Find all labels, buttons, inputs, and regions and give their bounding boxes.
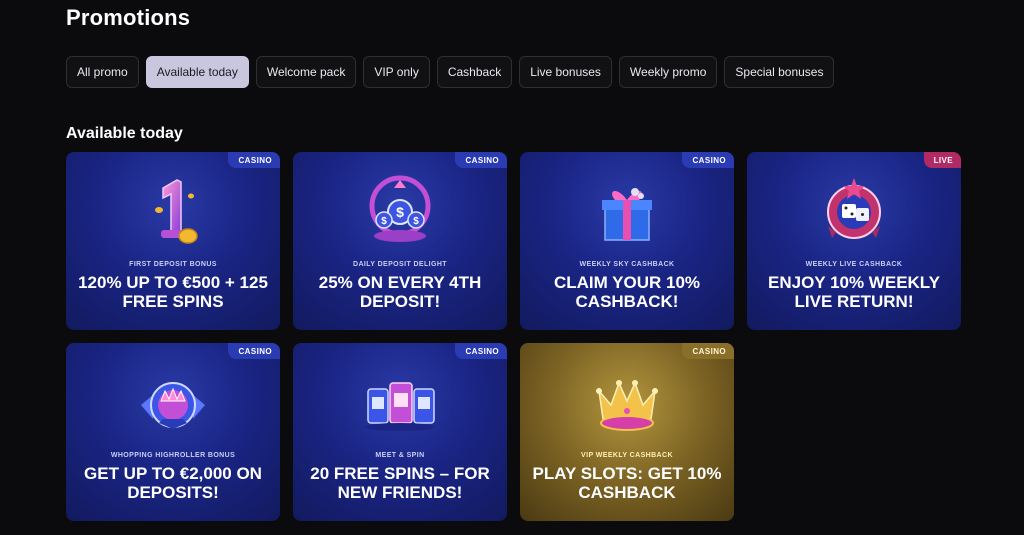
category-badge: CASINO	[455, 152, 507, 168]
gold-crown-icon	[596, 380, 658, 431]
promo-card-daily-deposit[interactable]: CASINO $ $ $ DAILY DEPOSIT DELIGHT 25% O…	[293, 152, 507, 330]
number-one-coin-icon	[155, 179, 198, 244]
promo-subtitle: MEET & SPIN	[375, 452, 425, 459]
filter-available-today[interactable]: Available today	[145, 56, 249, 88]
slot-machines-icon	[366, 382, 435, 431]
promo-card-weekly-live[interactable]: LIVE WEEKLY LIVE CASHBACK ENJOY 10% WEEK…	[747, 152, 961, 330]
promo-grid: CASINO FIRST DEPOSIT BONUS 120% UP TO €5…	[66, 152, 961, 521]
promo-headline: CLAIM YOUR 10% CASHBACK!	[553, 273, 701, 311]
promo-card-first-deposit[interactable]: CASINO FIRST DEPOSIT BONUS 120% UP TO €5…	[66, 152, 280, 330]
dollar-chips-icon: $ $ $	[369, 175, 431, 242]
promo-subtitle: WEEKLY SKY CASHBACK	[579, 261, 675, 268]
promo-filter-bar: All promo Available today Welcome pack V…	[66, 56, 835, 88]
category-badge: CASINO	[228, 152, 280, 168]
promo-card-meet-spin[interactable]: CASINO MEET & SPIN 20 FREE SPINS – FOR N…	[293, 343, 507, 521]
section-title: Available today	[66, 125, 183, 142]
svg-text:$: $	[396, 204, 404, 220]
category-badge: CASINO	[455, 343, 507, 359]
roulette-dice-icon	[827, 178, 881, 239]
promo-subtitle: WHOPPING HIGHROLLER BONUS	[110, 452, 236, 459]
promo-subtitle: FIRST DEPOSIT BONUS	[129, 261, 217, 268]
promo-headline: 25% ON EVERY 4TH DEPOSIT!	[318, 273, 482, 311]
filter-live-bonuses[interactable]: Live bonuses	[519, 56, 612, 88]
category-badge: CASINO	[228, 343, 280, 359]
filter-cashback[interactable]: Cashback	[436, 56, 513, 88]
category-badge: CASINO	[682, 152, 734, 168]
svg-text:$: $	[413, 216, 419, 227]
promo-card-highroller[interactable]: CASINO WHOPPING HIGHROLLER BONUS GET UP …	[66, 343, 280, 521]
promo-headline: GET UP TO €2,000 ON DEPOSITS!	[84, 464, 262, 502]
promo-card-weekly-sky[interactable]: CASINO WEEKLY SKY CASHBACK CLAIM YOUR 10…	[520, 152, 734, 330]
promo-subtitle: WEEKLY LIVE CASHBACK	[805, 261, 903, 268]
filter-weekly-promo[interactable]: Weekly promo	[618, 56, 718, 88]
promo-headline: 20 FREE SPINS – FOR NEW FRIENDS!	[310, 464, 490, 502]
promo-subtitle: DAILY DEPOSIT DELIGHT	[353, 261, 447, 268]
category-badge: LIVE	[923, 152, 961, 168]
category-badge: CASINO	[682, 343, 734, 359]
promo-card-vip-cashback[interactable]: CASINO VIP WEEKLY CASHBACK PLAY SLOTS: G…	[520, 343, 734, 521]
filter-welcome-pack[interactable]: Welcome pack	[255, 56, 357, 88]
filter-all-promo[interactable]: All promo	[66, 56, 139, 88]
promo-headline: ENJOY 10% WEEKLY LIVE RETURN!	[768, 273, 940, 311]
filter-vip-only[interactable]: VIP only	[363, 56, 430, 88]
promo-subtitle: VIP WEEKLY CASHBACK	[581, 452, 673, 459]
promo-headline: 120% UP TO €500 + 125 FREE SPINS	[78, 273, 268, 311]
promo-headline: PLAY SLOTS: GET 10% CASHBACK	[532, 464, 722, 502]
filter-special-bonuses[interactable]: Special bonuses	[724, 56, 835, 88]
crown-emblem-icon	[141, 382, 205, 429]
gift-box-icon	[602, 188, 652, 241]
page-title: Promotions	[66, 5, 191, 30]
svg-text:$: $	[381, 216, 387, 227]
